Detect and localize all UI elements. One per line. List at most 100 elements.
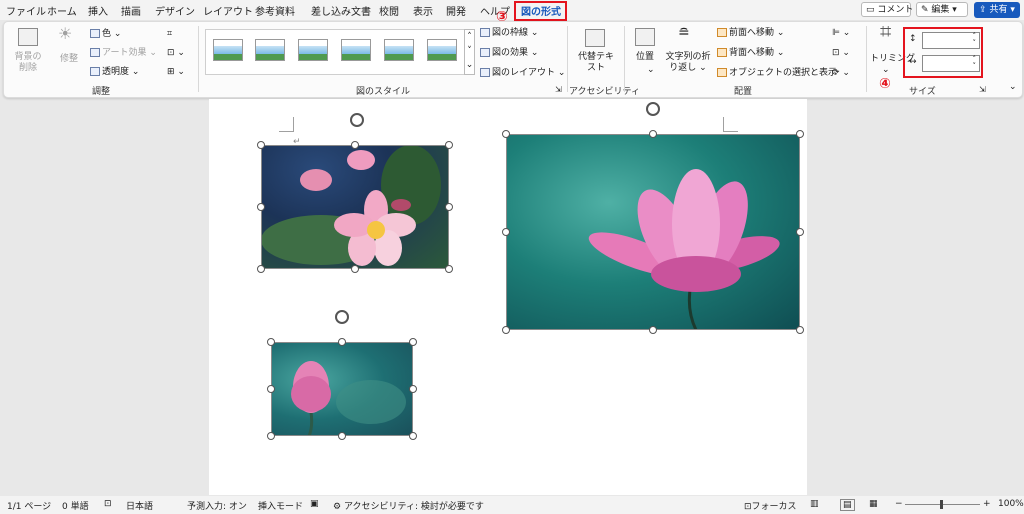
change-picture-icon[interactable]: ⊡ ⌄ (167, 48, 185, 59)
collapse-ribbon-icon[interactable]: ⌄ (1009, 82, 1017, 93)
gallery-scroll-button[interactable]: ˄ ˅ ⌄ (464, 29, 475, 75)
resize-handle[interactable] (267, 432, 275, 440)
crop-dropdown-icon[interactable]: ⌄ (882, 65, 890, 76)
tab-file[interactable]: ファイル (6, 3, 46, 18)
rotate-handle-icon[interactable] (350, 113, 364, 127)
macro-icon[interactable]: ▣ (310, 499, 319, 509)
resize-handle[interactable] (445, 265, 453, 273)
effects-icon (480, 48, 490, 57)
rotate-icon[interactable]: ⟳ ⌄ (832, 68, 850, 79)
resize-handle[interactable] (338, 338, 346, 346)
position-dropdown-icon[interactable]: ⌄ (647, 65, 655, 76)
resize-handle[interactable] (257, 141, 265, 149)
tab-references[interactable]: 参考資料 (255, 3, 295, 18)
selection-pane-button[interactable]: オブジェクトの選択と表示 (717, 68, 837, 79)
resize-handle[interactable] (502, 326, 510, 334)
tab-layout[interactable]: レイアウト (203, 3, 253, 18)
position-button[interactable]: 位置 (636, 52, 654, 63)
zoom-out-icon[interactable]: − (895, 499, 903, 509)
resize-handle[interactable] (267, 385, 275, 393)
picture-style-2[interactable] (255, 39, 285, 61)
resize-handle[interactable] (796, 130, 804, 138)
proofing-icon[interactable]: ⊡ (104, 499, 112, 509)
lotus-bud-photo[interactable] (271, 342, 413, 436)
alt-text-button[interactable]: 代替テキスト (577, 52, 615, 74)
accessibility-status[interactable]: ⚙ アクセシビリティ: 検討が必要です (333, 499, 484, 512)
resize-handle[interactable] (445, 141, 453, 149)
resize-handle[interactable] (267, 338, 275, 346)
insert-mode[interactable]: 挿入モード (258, 499, 303, 512)
color-button[interactable]: 色 ⌄ (90, 29, 121, 40)
focus-button[interactable]: ⊡フォーカス (744, 499, 797, 512)
rotate-handle-icon[interactable] (335, 310, 349, 324)
tab-mailings[interactable]: 差し込み文書 (311, 3, 371, 18)
resize-handle[interactable] (502, 228, 510, 236)
resize-handle[interactable] (338, 432, 346, 440)
resize-handle[interactable] (796, 228, 804, 236)
tab-draw[interactable]: 描画 (121, 3, 141, 18)
tab-insert[interactable]: 挿入 (88, 3, 108, 18)
selection-pane-icon (717, 68, 727, 77)
position-icon (635, 28, 655, 46)
zoom-in-icon[interactable]: + (983, 499, 991, 509)
picture-style-5[interactable] (384, 39, 414, 61)
corrections-button[interactable]: 修整 (60, 54, 78, 65)
resize-handle[interactable] (409, 385, 417, 393)
comment-button[interactable]: ▭ コメント (861, 2, 913, 17)
zoom-slider-thumb[interactable] (940, 500, 943, 509)
read-mode-icon[interactable]: ▥ (810, 499, 819, 509)
resize-handle[interactable] (351, 265, 359, 273)
lotus-photo[interactable] (506, 134, 800, 330)
resize-handle[interactable] (257, 265, 265, 273)
styles-dialog-launcher-icon[interactable]: ⇲ (555, 84, 562, 95)
resize-handle[interactable] (257, 203, 265, 211)
resize-handle[interactable] (409, 432, 417, 440)
web-layout-icon[interactable]: ▦ (869, 499, 878, 509)
resize-handle[interactable] (649, 130, 657, 138)
group-objects-icon[interactable]: ⊡ ⌄ (832, 48, 850, 59)
resize-handle[interactable] (409, 338, 417, 346)
picture-style-3[interactable] (298, 39, 328, 61)
page-count[interactable]: 1/1 ページ (7, 499, 51, 512)
rotate-handle-icon[interactable] (646, 102, 660, 116)
remove-background-button[interactable]: 背景の削除 (12, 52, 44, 74)
edit-mode-button[interactable]: ✎ 編集 ▾ (916, 2, 968, 17)
tab-design[interactable]: デザイン (155, 3, 195, 18)
picture-style-1[interactable] (213, 39, 243, 61)
resize-handle[interactable] (796, 326, 804, 334)
picture-style-4[interactable] (341, 39, 371, 61)
language[interactable]: 日本語 (126, 499, 153, 512)
transparency-button[interactable]: 透明度 ⌄ (90, 67, 139, 78)
picture-border-button[interactable]: 図の枠線 ⌄ (480, 28, 538, 39)
tab-home[interactable]: ホーム (47, 3, 77, 18)
group-separator (624, 26, 625, 92)
tab-review[interactable]: 校閲 (379, 3, 399, 18)
picture-style-6[interactable] (427, 39, 457, 61)
zoom-level[interactable]: 100% (998, 499, 1024, 509)
print-layout-icon[interactable]: ▤ (840, 499, 855, 511)
resize-handle[interactable] (649, 326, 657, 334)
word-count[interactable]: 0 単語 (62, 499, 89, 512)
resize-handle[interactable] (502, 130, 510, 138)
tab-view[interactable]: 表示 (413, 3, 433, 18)
tab-developer[interactable]: 開発 (446, 3, 466, 18)
compress-pictures-icon[interactable]: ⌗ (167, 29, 172, 40)
group-separator (567, 26, 568, 92)
crop-icon: ⌗ (880, 19, 892, 43)
picture-layout-button[interactable]: 図のレイアウト ⌄ (480, 68, 565, 79)
picture-effects-button[interactable]: 図の効果 ⌄ (480, 48, 538, 59)
resize-handle[interactable] (445, 203, 453, 211)
reset-picture-icon[interactable]: ⊞ ⌄ (167, 67, 185, 78)
send-backward-button[interactable]: 背面へ移動 ⌄ (717, 48, 784, 59)
artistic-effects-button[interactable]: アート効果 ⌄ (90, 48, 157, 59)
resize-handle[interactable] (351, 141, 359, 149)
text-predictions[interactable]: 予測入力: オン (187, 499, 247, 512)
plumeria-photo[interactable] (261, 145, 449, 269)
wrap-text-button[interactable]: 文字列の折り返し ⌄ (663, 52, 713, 74)
layout-icon (480, 68, 490, 77)
alt-text-icon (585, 29, 605, 47)
size-dialog-launcher-icon[interactable]: ⇲ (979, 84, 986, 95)
bring-forward-button[interactable]: 前面へ移動 ⌄ (717, 28, 784, 39)
align-icon[interactable]: ⊫ ⌄ (832, 28, 850, 39)
share-button[interactable]: ⇪ 共有 ▾ (974, 2, 1020, 18)
